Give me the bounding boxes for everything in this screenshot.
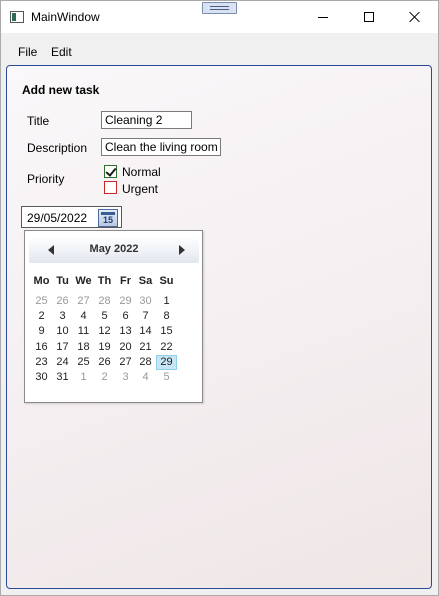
- calendar-day[interactable]: 10: [52, 324, 73, 339]
- title-input[interactable]: Cleaning 2: [101, 111, 192, 129]
- calendar-day[interactable]: 9: [31, 324, 52, 339]
- close-icon: [409, 11, 421, 23]
- calendar-day[interactable]: 17: [52, 340, 73, 355]
- normal-checkbox[interactable]: [104, 165, 117, 178]
- normal-checkbox-label[interactable]: Normal: [122, 165, 161, 179]
- calendar-day[interactable]: 21: [135, 340, 156, 355]
- calendar-day[interactable]: 19: [94, 340, 115, 355]
- calendar-day[interactable]: 30: [135, 294, 156, 309]
- calendar-day[interactable]: 6: [115, 309, 136, 324]
- close-button[interactable]: [392, 1, 438, 33]
- calendar-day[interactable]: 29: [115, 294, 136, 309]
- calendar-day[interactable]: 30: [31, 370, 52, 385]
- weekday-header: Th: [97, 275, 112, 287]
- calendar-day[interactable]: 26: [52, 294, 73, 309]
- calendar-day[interactable]: 2: [31, 309, 52, 324]
- calendar-day[interactable]: 25: [31, 294, 52, 309]
- calendar-day[interactable]: 8: [156, 309, 177, 324]
- urgent-checkbox-label[interactable]: Urgent: [122, 182, 158, 196]
- menu-edit[interactable]: Edit: [51, 45, 72, 59]
- priority-label: Priority: [27, 172, 65, 186]
- minimize-button[interactable]: [300, 1, 346, 33]
- description-input[interactable]: Clean the living room: [101, 138, 221, 156]
- calendar-day[interactable]: 27: [73, 294, 94, 309]
- calendar-day[interactable]: 3: [52, 309, 73, 324]
- calendar-day[interactable]: 25: [73, 355, 94, 370]
- calendar-day[interactable]: 15: [156, 324, 177, 339]
- calendar-day[interactable]: 3: [115, 370, 136, 385]
- calendar-day[interactable]: 16: [31, 340, 52, 355]
- calendar-day[interactable]: 1: [156, 294, 177, 309]
- calendar-popup: May 2022 Mo Tu We Th Fr Sa Su 25 26 27 28 29 30 1 2 3 4 5…: [24, 230, 203, 403]
- calendar-day[interactable]: 13: [115, 324, 136, 339]
- calendar-day[interactable]: 4: [73, 309, 94, 324]
- calendar-day[interactable]: 26: [94, 355, 115, 370]
- weekday-header: Fr: [120, 275, 131, 287]
- title-label: Title: [27, 114, 50, 128]
- app-icon: [10, 11, 24, 23]
- maximize-icon: [364, 12, 374, 22]
- menu-file[interactable]: File: [18, 45, 37, 59]
- next-month-icon[interactable]: [179, 245, 185, 255]
- calendar-day[interactable]: 14: [135, 324, 156, 339]
- window-title: MainWindow: [31, 10, 100, 24]
- menu-bar: File Edit: [1, 39, 438, 63]
- calendar-day[interactable]: 23: [31, 355, 52, 370]
- calendar-day[interactable]: 1: [73, 370, 94, 385]
- calendar-day[interactable]: 5: [156, 370, 177, 385]
- calendar-day[interactable]: 29: [156, 355, 177, 370]
- form-heading: Add new task: [22, 83, 100, 97]
- description-label: Description: [27, 141, 88, 155]
- date-picker[interactable]: 29/05/2022 15: [21, 206, 122, 228]
- calendar-day[interactable]: 20: [115, 340, 136, 355]
- weekday-header: Tu: [56, 275, 69, 287]
- calendar-day[interactable]: 11: [73, 324, 94, 339]
- weekday-header: We: [75, 275, 92, 287]
- debug-toolbar-grip[interactable]: [202, 2, 237, 14]
- calendar-day[interactable]: 7: [135, 309, 156, 324]
- calendar-day[interactable]: 5: [94, 309, 115, 324]
- calendar-header: May 2022: [29, 237, 199, 263]
- calendar-day[interactable]: 18: [73, 340, 94, 355]
- calendar-day[interactable]: 2: [94, 370, 115, 385]
- calendar-day[interactable]: 27: [115, 355, 136, 370]
- calendar-day[interactable]: 28: [94, 294, 115, 309]
- calendar-day[interactable]: 22: [156, 340, 177, 355]
- weekday-header: Mo: [33, 275, 50, 287]
- calendar-day[interactable]: 28: [135, 355, 156, 370]
- weekday-header: Sa: [138, 275, 153, 287]
- title-bar[interactable]: MainWindow: [1, 1, 438, 33]
- calendar-day[interactable]: 24: [52, 355, 73, 370]
- weekday-header: Su: [159, 275, 174, 287]
- calendar-day[interactable]: 4: [135, 370, 156, 385]
- calendar-month-label[interactable]: May 2022: [29, 243, 199, 255]
- calendar-icon-number: 15: [102, 215, 113, 225]
- calendar-toggle-button[interactable]: 15: [98, 209, 118, 227]
- urgent-checkbox[interactable]: [104, 181, 117, 194]
- date-input-text[interactable]: 29/05/2022: [27, 211, 87, 225]
- maximize-button[interactable]: [346, 1, 392, 33]
- calendar-day[interactable]: 12: [94, 324, 115, 339]
- calendar-day[interactable]: 31: [52, 370, 73, 385]
- minimize-icon: [318, 16, 328, 18]
